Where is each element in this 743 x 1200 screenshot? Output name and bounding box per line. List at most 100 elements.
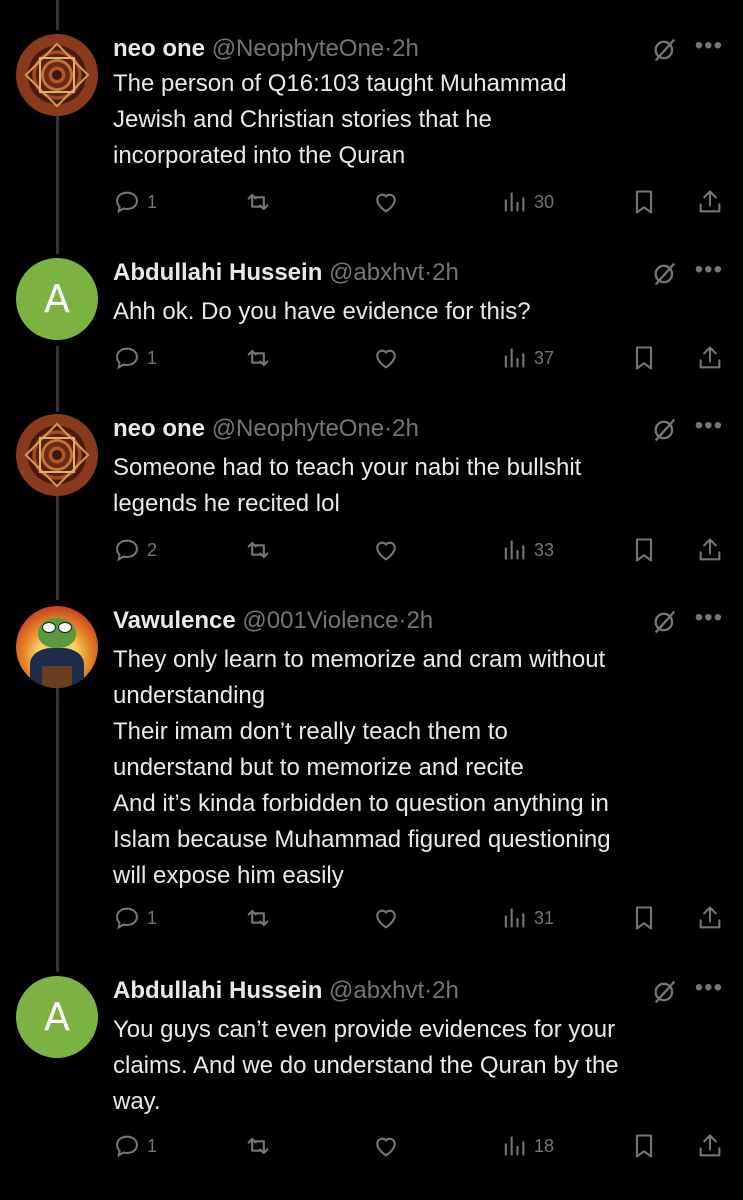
view-count: 37	[534, 347, 555, 368]
display-name[interactable]: neo one	[113, 415, 205, 442]
views-icon	[504, 908, 525, 928]
reply-button[interactable]: 1	[113, 900, 157, 936]
timestamp[interactable]: 2h	[392, 415, 419, 442]
share-button[interactable]	[696, 900, 724, 936]
grok-icon[interactable]	[651, 36, 679, 64]
views-button[interactable]: 33	[500, 532, 554, 568]
like-icon	[376, 909, 396, 929]
repost-button[interactable]	[244, 340, 272, 376]
grok-icon[interactable]	[651, 416, 679, 444]
bookmark-icon	[635, 346, 653, 370]
repost-icon	[247, 541, 269, 559]
share-icon	[699, 190, 721, 213]
timestamp[interactable]: 2h	[432, 977, 459, 1004]
bookmark-button[interactable]	[630, 532, 658, 568]
like-icon	[376, 193, 396, 213]
view-count: 18	[534, 1135, 555, 1156]
bookmark-icon	[635, 906, 653, 930]
reply-count: 1	[147, 191, 158, 212]
thread-line	[56, 0, 59, 30]
bookmark-icon	[635, 1134, 653, 1158]
like-button[interactable]	[372, 1128, 400, 1164]
reply-count: 1	[147, 347, 158, 368]
share-button[interactable]	[696, 340, 724, 376]
views-icon	[504, 540, 525, 560]
user-handle[interactable]: @NeophyteOne	[212, 415, 384, 442]
timestamp[interactable]: 2h	[392, 35, 419, 62]
like-button[interactable]	[372, 340, 400, 376]
separator-dot: ·	[424, 977, 433, 1004]
display-name[interactable]: neo one	[113, 35, 205, 62]
repost-icon	[247, 1137, 269, 1155]
reply-button[interactable]: 1	[113, 340, 157, 376]
reply-button[interactable]: 1	[113, 1128, 157, 1164]
like-button[interactable]	[372, 532, 400, 568]
bookmark-button[interactable]	[630, 900, 658, 936]
grok-icon[interactable]	[651, 260, 679, 288]
share-button[interactable]	[696, 1128, 724, 1164]
views-button[interactable]: 31	[500, 900, 554, 936]
views-icon	[504, 1136, 525, 1156]
reply-button[interactable]: 1	[113, 184, 157, 220]
repost-button[interactable]	[244, 532, 272, 568]
reply-count: 2	[147, 539, 158, 560]
repost-icon	[247, 193, 269, 211]
more-icon[interactable]: •••	[695, 976, 723, 1000]
bookmark-button[interactable]	[630, 1128, 658, 1164]
share-icon	[699, 1134, 721, 1157]
repost-button[interactable]	[244, 184, 272, 220]
like-button[interactable]	[372, 900, 400, 936]
more-icon[interactable]: •••	[695, 258, 723, 282]
tweet-text: They only learn to memorize and cram wit…	[113, 646, 611, 889]
grok-icon[interactable]	[651, 608, 679, 636]
tweet-text: You guys can’t even provide evidences fo…	[113, 1016, 619, 1115]
repost-button[interactable]	[244, 900, 272, 936]
views-icon	[504, 348, 525, 368]
bookmark-button[interactable]	[630, 340, 658, 376]
avatar[interactable]: A	[16, 258, 98, 340]
more-icon[interactable]: •••	[695, 34, 723, 58]
avatar[interactable]	[16, 606, 98, 688]
views-button[interactable]: 18	[500, 1128, 554, 1164]
separator-dot: ·	[384, 35, 393, 62]
display-name[interactable]: Abdullahi Hussein	[113, 977, 322, 1004]
like-button[interactable]	[372, 184, 400, 220]
reply-button[interactable]: 2	[113, 532, 157, 568]
avatar[interactable]	[16, 34, 98, 116]
like-icon	[376, 1137, 396, 1157]
views-icon	[504, 192, 525, 212]
bookmark-button[interactable]	[630, 184, 658, 220]
views-button[interactable]: 30	[500, 184, 554, 220]
share-icon	[699, 906, 721, 929]
avatar-letter: A	[44, 277, 70, 321]
display-name[interactable]: Abdullahi Hussein	[113, 259, 322, 286]
more-icon[interactable]: •••	[695, 414, 723, 438]
grok-icon[interactable]	[651, 978, 679, 1006]
avatar-letter: A	[44, 995, 70, 1039]
action-bar: 1 37	[0, 340, 743, 376]
user-handle[interactable]: @abxhvt	[329, 259, 424, 286]
reply-icon	[116, 1135, 138, 1158]
views-button[interactable]: 37	[500, 340, 554, 376]
timestamp[interactable]: 2h	[406, 607, 433, 634]
view-count: 31	[534, 907, 555, 928]
more-icon[interactable]: •••	[695, 606, 723, 630]
user-handle[interactable]: @abxhvt	[329, 977, 424, 1004]
user-handle[interactable]: @001Violence	[242, 607, 398, 634]
tweet-text: Someone had to teach your nabi the bulls…	[113, 454, 582, 517]
view-count: 30	[534, 191, 555, 212]
timestamp[interactable]: 2h	[432, 259, 459, 286]
avatar[interactable]	[16, 414, 98, 496]
share-button[interactable]	[696, 184, 724, 220]
user-handle[interactable]: @NeophyteOne	[212, 35, 384, 62]
avatar-eye	[42, 622, 56, 633]
action-bar: 1 31	[0, 900, 743, 936]
avatar[interactable]: A	[16, 976, 98, 1058]
display-name[interactable]: Vawulence	[113, 607, 236, 634]
like-icon	[376, 541, 396, 561]
bookmark-icon	[635, 538, 653, 562]
share-button[interactable]	[696, 532, 724, 568]
action-bar: 1 18	[0, 1128, 743, 1164]
bookmark-icon	[635, 190, 653, 214]
repost-button[interactable]	[244, 1128, 272, 1164]
